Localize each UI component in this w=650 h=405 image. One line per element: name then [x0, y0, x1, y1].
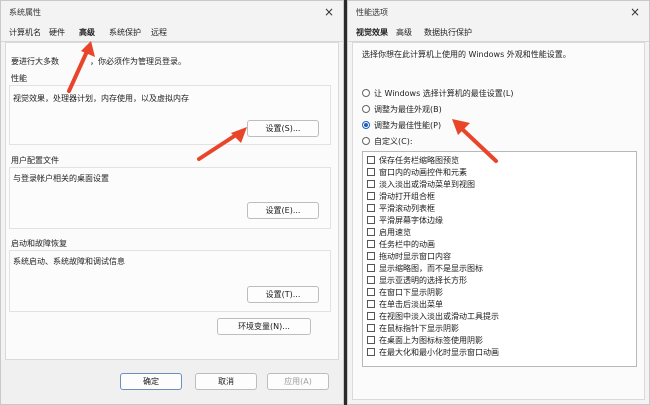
- performance-heading: 性能: [11, 74, 27, 83]
- tab-dep[interactable]: 数据执行保护: [424, 27, 472, 38]
- startup-recovery-heading: 启动和故障恢复: [11, 239, 67, 248]
- checkbox-label: 任务栏中的动画: [379, 240, 435, 249]
- checkbox[interactable]: [367, 240, 375, 248]
- startup-recovery-description: 系统启动、系统故障和调试信息: [13, 257, 125, 266]
- checkbox[interactable]: [367, 348, 375, 356]
- radio-custom[interactable]: [362, 137, 370, 145]
- tab-strip: 视觉效果 高级 数据执行保护: [348, 23, 649, 42]
- checkbox[interactable]: [367, 312, 375, 320]
- tab-visual-effects[interactable]: 视觉效果: [356, 27, 388, 38]
- checkbox[interactable]: [367, 252, 375, 260]
- close-icon[interactable]: ×: [321, 4, 337, 20]
- checkbox[interactable]: [367, 192, 375, 200]
- checkbox-label: 显示亚透明的选择长方形: [379, 276, 467, 285]
- checkbox-label: 在最大化和最小化时显示窗口动画: [379, 348, 499, 357]
- user-profiles-heading: 用户配置文件: [11, 156, 59, 165]
- checkbox[interactable]: [367, 264, 375, 272]
- performance-description: 视觉效果，处理器计划，内存使用，以及虚拟内存: [13, 94, 189, 103]
- checkbox[interactable]: [367, 216, 375, 224]
- startup-recovery-group: 系统启动、系统故障和调试信息 设置(T)...: [9, 250, 331, 312]
- visual-effects-list[interactable]: 保存任务栏缩略图预览 窗口内的动画控件和元素 淡入淡出或滑动菜单到视图 滑动打开…: [362, 151, 637, 367]
- checkbox[interactable]: [367, 324, 375, 332]
- checkbox-label: 在窗口下显示阴影: [379, 288, 443, 297]
- checkbox[interactable]: [367, 156, 375, 164]
- close-icon[interactable]: ×: [627, 4, 643, 20]
- user-profiles-group: 与登录帐户相关的桌面设置 设置(E)...: [9, 167, 331, 229]
- window-title: 系统属性: [9, 8, 41, 17]
- radio-label-best-performance[interactable]: 调整为最佳性能(P): [374, 120, 441, 131]
- checkbox-label: 平滑滚动列表框: [379, 204, 435, 213]
- checkbox-label: 在鼠标指针下显示阴影: [379, 324, 459, 333]
- tab-hardware[interactable]: 硬件: [49, 27, 65, 38]
- radio-best-performance[interactable]: [362, 121, 370, 129]
- admin-note-end: ，你必须作为管理员登录。: [90, 57, 186, 66]
- title-bar[interactable]: 系统属性 ×: [1, 1, 343, 23]
- checkbox-label: 启用速览: [379, 228, 411, 237]
- cancel-button[interactable]: 取消: [195, 373, 257, 390]
- annotation-arrow-performance-settings: [197, 127, 247, 161]
- radio-label-best-appearance[interactable]: 调整为最佳外观(B): [374, 104, 442, 115]
- radio-let-windows-choose[interactable]: [362, 89, 370, 97]
- radio-label-let-windows-choose[interactable]: 让 Windows 选择计算机的最佳设置(L): [374, 88, 514, 99]
- annotation-arrow-advanced-tab: [67, 41, 95, 93]
- ok-button[interactable]: 确定: [120, 373, 182, 390]
- system-properties-window: 系统属性 × 计算机名 硬件 高级 系统保护 远程 要进行大多数 ，你必须作为管…: [0, 0, 344, 405]
- title-bar[interactable]: 性能选项 ×: [348, 1, 649, 23]
- checkbox[interactable]: [367, 336, 375, 344]
- tab-computer-name[interactable]: 计算机名: [9, 27, 41, 38]
- checkbox[interactable]: [367, 204, 375, 212]
- checkbox-label: 滑动打开组合框: [379, 192, 435, 201]
- dialog-footer: 确定 取消 应用(A): [1, 360, 343, 404]
- checkbox[interactable]: [367, 180, 375, 188]
- window-title: 性能选项: [356, 8, 388, 17]
- checkbox[interactable]: [367, 276, 375, 284]
- checkbox-label: 淡入淡出或滑动菜单到视图: [379, 180, 475, 189]
- checkbox-label: 在单击后淡出菜单: [379, 300, 443, 309]
- tab-system-protection[interactable]: 系统保护: [109, 27, 141, 38]
- performance-settings-button[interactable]: 设置(S)...: [247, 120, 319, 137]
- checkbox[interactable]: [367, 288, 375, 296]
- user-profiles-settings-button[interactable]: 设置(E)...: [247, 202, 319, 219]
- intro-text: 选择你想在此计算机上使用的 Windows 外观和性能设置。: [362, 50, 571, 59]
- environment-variables-button[interactable]: 环境变量(N)...: [217, 318, 311, 335]
- radio-best-appearance[interactable]: [362, 105, 370, 113]
- radio-label-custom[interactable]: 自定义(C):: [374, 136, 413, 147]
- tab-advanced[interactable]: 高级: [396, 27, 412, 38]
- annotation-arrow-best-performance: [452, 119, 498, 163]
- performance-options-window: 性能选项 × 视觉效果 高级 数据执行保护 选择你想在此计算机上使用的 Wind…: [347, 0, 650, 405]
- tab-advanced[interactable]: 高级: [79, 27, 95, 38]
- checkbox-label: 在桌面上为图标标签使用阴影: [379, 336, 483, 345]
- checkbox-label: 在视图中淡入淡出或滑动工具提示: [379, 312, 499, 321]
- checkbox-label: 拖动时显示窗口内容: [379, 252, 451, 261]
- checkbox-label: 显示缩略图，而不是显示图标: [379, 264, 483, 273]
- checkbox[interactable]: [367, 228, 375, 236]
- checkbox[interactable]: [367, 300, 375, 308]
- tab-remote[interactable]: 远程: [151, 27, 167, 38]
- apply-button[interactable]: 应用(A): [267, 373, 329, 390]
- startup-recovery-settings-button[interactable]: 设置(T)...: [247, 286, 319, 303]
- checkbox[interactable]: [367, 168, 375, 176]
- checkbox-label: 平滑屏幕字体边缘: [379, 216, 443, 225]
- user-profiles-description: 与登录帐户相关的桌面设置: [13, 174, 109, 183]
- checkbox-label: 窗口内的动画控件和元素: [379, 168, 467, 177]
